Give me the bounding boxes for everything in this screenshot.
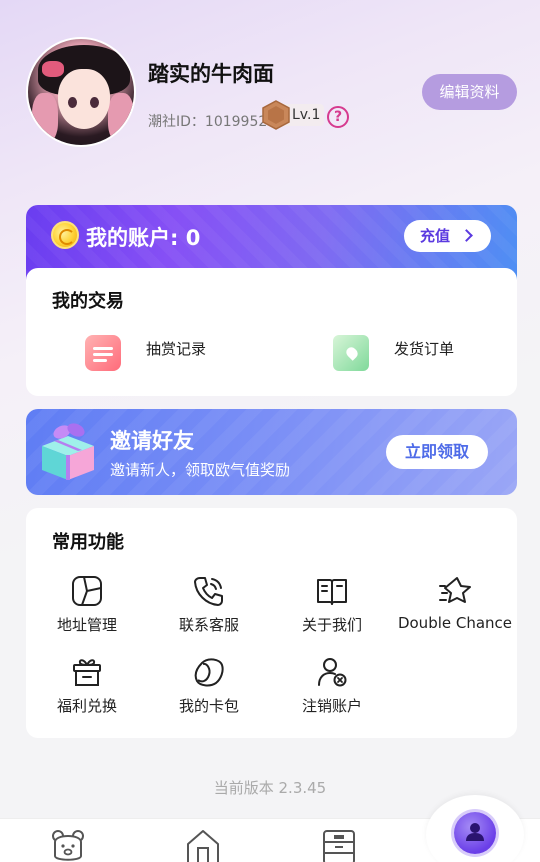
reward-list-icon[interactable] bbox=[85, 335, 121, 371]
user-remove-icon bbox=[318, 658, 347, 687]
user-id: 潮社ID：1019952 bbox=[148, 114, 268, 130]
phone-icon bbox=[194, 577, 223, 606]
recharge-label: 充值 bbox=[420, 227, 451, 245]
function-label: Double Chance bbox=[397, 614, 513, 632]
avatar-eye-left bbox=[68, 97, 77, 108]
level-label: Lv.1 bbox=[292, 107, 321, 123]
function-customer-service[interactable]: 联系客服 bbox=[149, 574, 269, 635]
invite-title: 邀请好友 bbox=[110, 429, 194, 453]
recharge-button[interactable]: 充值 bbox=[404, 220, 491, 252]
user-nickname: 踏实的牛肉面 bbox=[148, 62, 274, 86]
function-label: 福利兑换 bbox=[56, 697, 117, 715]
bear-icon[interactable] bbox=[50, 828, 86, 862]
function-label: 地址管理 bbox=[56, 616, 117, 634]
functions-title: 常用功能 bbox=[52, 532, 124, 553]
profile-icon bbox=[466, 823, 484, 841]
function-label: 注销账户 bbox=[301, 697, 362, 715]
function-double-chance[interactable]: Double Chance bbox=[395, 574, 515, 632]
gift-icon bbox=[42, 423, 94, 480]
app-version: 当前版本 2.3.45 bbox=[213, 779, 327, 797]
function-label: 联系客服 bbox=[178, 616, 239, 634]
function-label: 关于我们 bbox=[301, 616, 362, 634]
cabinet-icon[interactable] bbox=[321, 828, 357, 862]
function-about-us[interactable]: 关于我们 bbox=[272, 574, 392, 635]
profile-tab[interactable] bbox=[454, 812, 496, 854]
shipping-box-icon[interactable] bbox=[333, 335, 369, 371]
shipping-orders-link[interactable]: 发货订单 bbox=[394, 338, 454, 359]
level-badge-icon bbox=[262, 100, 290, 130]
star-icon bbox=[439, 577, 471, 603]
function-card-wallet[interactable]: 我的卡包 bbox=[149, 655, 269, 716]
function-label: 我的卡包 bbox=[178, 697, 239, 715]
claim-now-button[interactable]: 立即领取 bbox=[386, 435, 488, 469]
map-icon bbox=[72, 576, 102, 606]
home-icon[interactable] bbox=[185, 828, 221, 862]
avatar[interactable] bbox=[26, 37, 136, 147]
invite-subtitle: 邀请新人，领取欧气值奖励 bbox=[110, 461, 291, 479]
avatar-face bbox=[58, 69, 110, 129]
trades-title: 我的交易 bbox=[52, 291, 124, 312]
gift-box-icon bbox=[73, 659, 101, 686]
avatar-hair-right bbox=[108, 93, 134, 143]
avatar-hair-left bbox=[32, 93, 58, 143]
reward-records-link[interactable]: 抽赏记录 bbox=[146, 338, 206, 359]
avatar-eye-right bbox=[90, 97, 99, 108]
function-delete-account[interactable]: 注销账户 bbox=[272, 655, 392, 716]
function-welfare-exchange[interactable]: 福利兑换 bbox=[27, 655, 147, 716]
edit-profile-button[interactable]: 编辑资料 bbox=[422, 74, 517, 110]
help-icon[interactable]: ? bbox=[327, 106, 349, 128]
coin-icon bbox=[51, 221, 79, 249]
card-wallet-icon bbox=[194, 658, 224, 687]
function-address[interactable]: 地址管理 bbox=[27, 574, 147, 635]
chevron-right-icon bbox=[460, 229, 473, 242]
book-icon bbox=[317, 579, 347, 605]
avatar-bow bbox=[42, 61, 64, 77]
account-balance: 我的账户: 0 bbox=[86, 226, 201, 250]
